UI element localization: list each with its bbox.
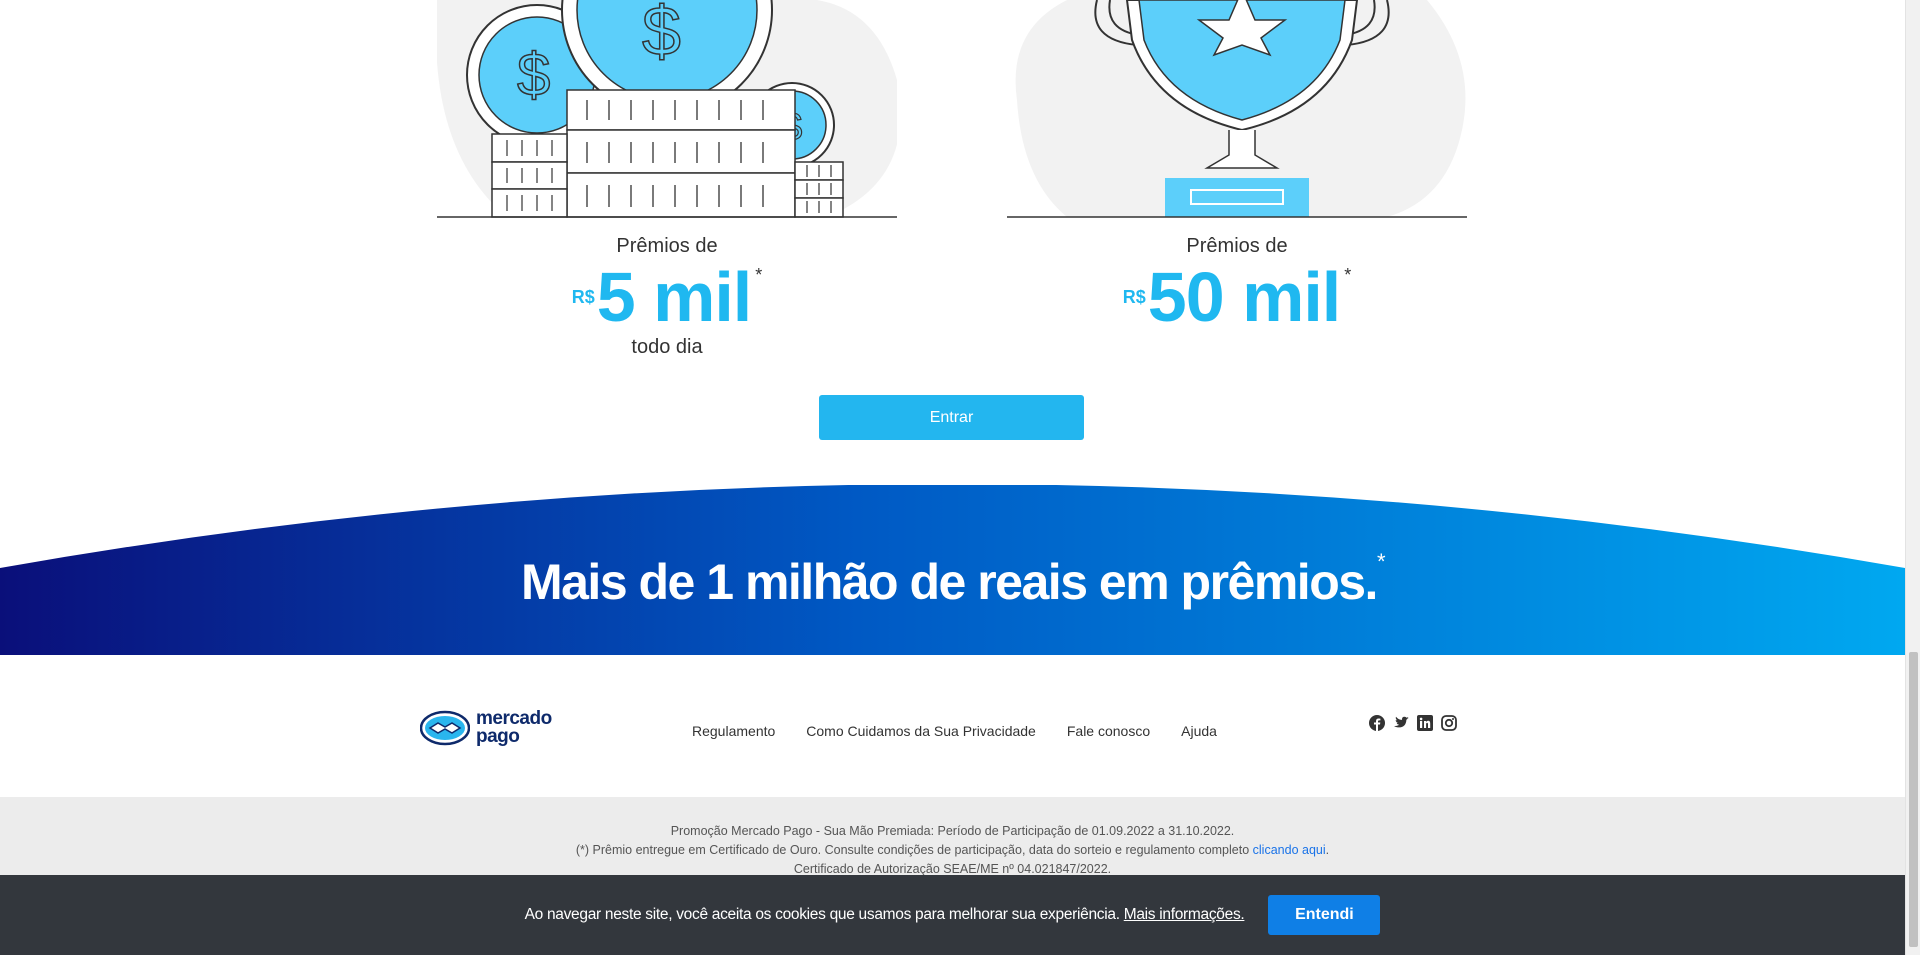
- link-privacidade[interactable]: Como Cuidamos da Sua Privacidade: [806, 723, 1036, 739]
- logo-line-2: pago: [476, 726, 520, 748]
- svg-text:$: $: [517, 41, 550, 108]
- prize-card-5mil: $ $ $: [437, 0, 897, 359]
- legal-line-2-text: (*) Prêmio entregue em Certificado de Ou…: [575, 843, 1250, 857]
- legal-notice: Promoção Mercado Pago - Sua Mão Premiada…: [0, 797, 1905, 877]
- coins-illustration: $ $ $: [437, 0, 897, 218]
- link-ajuda[interactable]: Ajuda: [1181, 723, 1217, 739]
- linkedin-icon[interactable]: [1417, 715, 1433, 731]
- legal-line-1: Promoção Mercado Pago - Sua Mão Premiada…: [670, 824, 1235, 838]
- svg-text:$: $: [642, 0, 681, 70]
- prize-amount: R$ 5 mil *: [437, 262, 897, 332]
- prize-banner: Mais de 1 milhão de reais em prêmios.*: [0, 485, 1905, 655]
- vertical-scrollbar[interactable]: [1905, 0, 1920, 955]
- mercado-pago-logo[interactable]: mercado pago: [420, 709, 552, 748]
- link-regulamento[interactable]: Regulamento: [692, 723, 775, 739]
- currency-symbol: R$: [1122, 287, 1146, 307]
- asterisk-mark: *: [1344, 265, 1352, 285]
- handshake-logo-icon: [420, 710, 470, 746]
- social-links: [1369, 715, 1457, 731]
- cookie-accept-button[interactable]: Entendi: [1268, 895, 1381, 935]
- footer: mercado pago Regulamento Como Cuidamos d…: [0, 655, 1905, 797]
- instagram-icon[interactable]: [1441, 715, 1457, 731]
- prize-caption: Prêmios de: [1186, 235, 1288, 257]
- footer-links: Regulamento Como Cuidamos da Sua Privaci…: [692, 723, 1217, 739]
- asterisk-mark: *: [755, 265, 763, 285]
- enter-button[interactable]: Entrar: [819, 395, 1084, 440]
- logo-text: mercado pago: [476, 709, 552, 748]
- link-fale-conosco[interactable]: Fale conosco: [1067, 723, 1150, 739]
- cookie-text: Ao navegar neste site, você aceita os co…: [524, 906, 1120, 923]
- asterisk-mark: *: [1376, 549, 1386, 574]
- regulation-link[interactable]: clicando aqui: [1253, 843, 1326, 857]
- prize-card-50mil: Prêmios de R$ 50 mil *: [1007, 0, 1467, 332]
- cookie-banner: Ao navegar neste site, você aceita os co…: [0, 875, 1905, 955]
- prize-value: 50 mil: [1147, 258, 1341, 336]
- twitter-icon[interactable]: [1393, 715, 1409, 731]
- cookie-more-info-link[interactable]: Mais informações.: [1124, 906, 1245, 923]
- banner-title-text: Mais de 1 milhão de reais em prêmios.: [520, 554, 1378, 610]
- prize-value: 5 mil: [596, 258, 753, 336]
- cookie-message: Ao navegar neste site, você aceita os co…: [525, 906, 1245, 924]
- currency-symbol: R$: [571, 287, 595, 307]
- prize-caption: Prêmios de: [616, 235, 718, 257]
- legal-line-2: (*) Prêmio entregue em Certificado de Ou…: [575, 843, 1330, 857]
- prize-frequency: todo dia: [631, 336, 703, 358]
- prize-amount: R$ 50 mil *: [1007, 262, 1467, 332]
- facebook-icon[interactable]: [1369, 715, 1385, 731]
- page: $ $ $: [0, 0, 1920, 955]
- banner-title: Mais de 1 milhão de reais em prêmios.*: [0, 549, 1905, 611]
- scrollbar-thumb[interactable]: [1909, 652, 1918, 947]
- trophy-illustration: [1007, 0, 1467, 218]
